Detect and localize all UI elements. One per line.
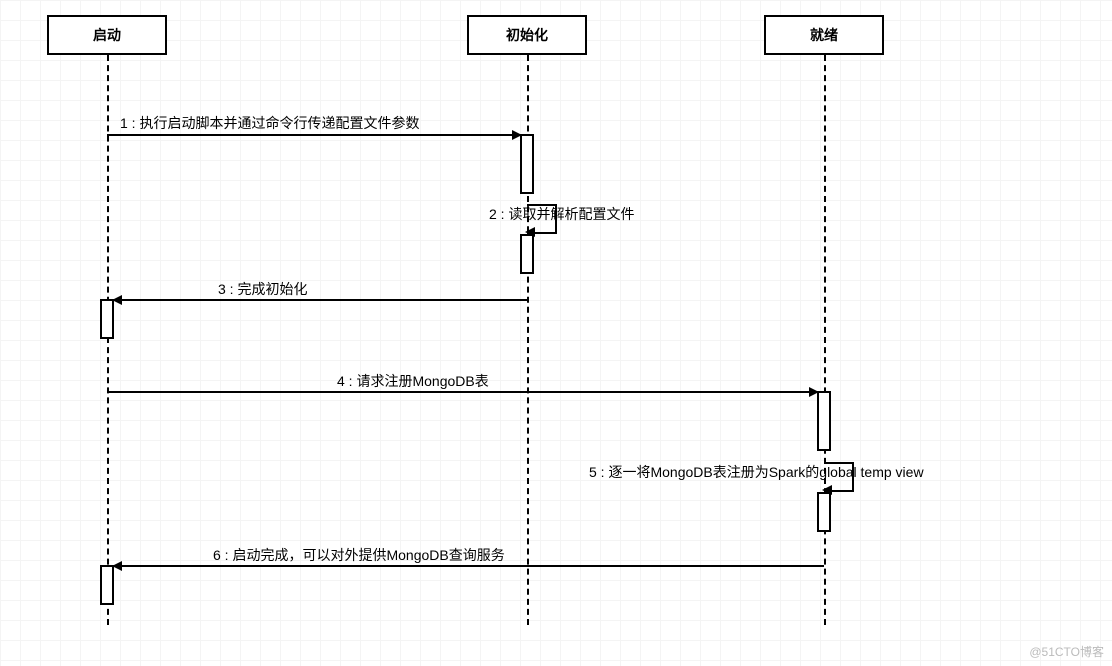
label-msg-1: 1 : 执行启动脚本并通过命令行传递配置文件参数 [120,113,419,133]
participant-init: 初始化 [467,15,587,55]
label-msg-3: 3 : 完成初始化 [218,279,307,299]
participant-start: 启动 [47,15,167,55]
lifeline-start [107,55,109,625]
activation-start-2 [100,565,114,605]
activation-init-1 [520,134,534,194]
watermark: @51CTO博客 [1029,643,1104,660]
arrow-msg-3 [114,299,527,301]
lifeline-ready [824,55,826,625]
arrow-msg-1 [107,134,520,136]
participant-ready: 就绪 [764,15,884,55]
label-msg-4: 4 : 请求注册MongoDB表 [337,371,489,391]
label-msg-5: 5 : 逐一将MongoDB表注册为Spark的global temp view [589,462,924,482]
label-msg-6: 6 : 启动完成，可以对外提供MongoDB查询服务 [213,545,505,565]
activation-ready-2 [817,492,831,532]
activation-ready-1 [817,391,831,451]
label-msg-2: 2 : 读取并解析配置文件 [489,204,634,224]
activation-start-1 [100,299,114,339]
activation-init-2 [520,234,534,274]
arrow-msg-6 [114,565,824,567]
arrow-msg-4 [107,391,817,393]
